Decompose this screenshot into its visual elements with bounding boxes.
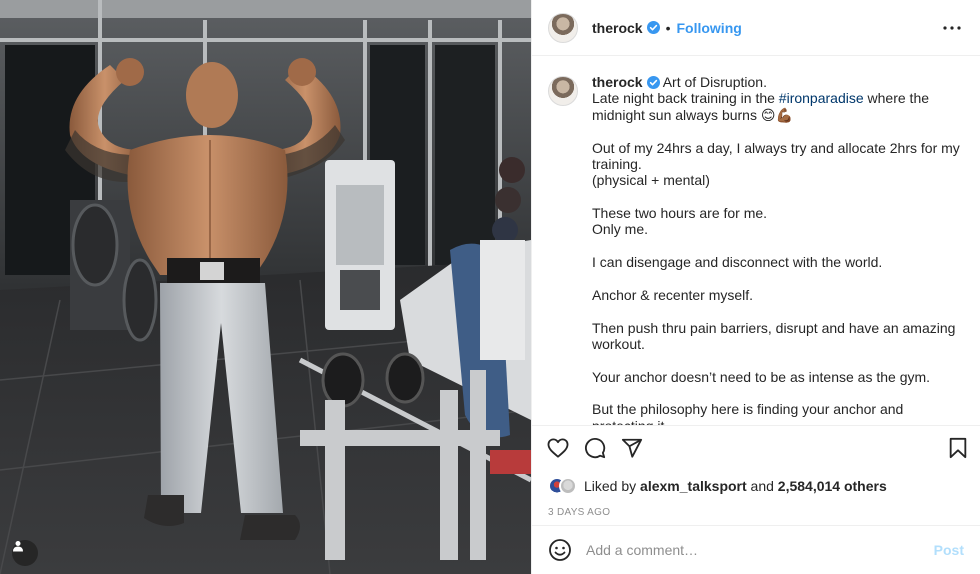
- caption-line: These two hours are for me.: [592, 205, 768, 222]
- more-options-icon: [943, 25, 961, 30]
- add-comment-bar: Post: [532, 525, 980, 574]
- header-dot-separator: •: [665, 19, 671, 36]
- author-username[interactable]: therock: [592, 20, 643, 36]
- liker-avatar: [559, 477, 577, 495]
- caption-username[interactable]: therock: [592, 74, 643, 90]
- caption-line: Out of my 24hrs a day, I always try and …: [592, 139, 960, 172]
- liker-avatars[interactable]: [548, 476, 580, 496]
- caption-line: therock Art of Disruption.: [592, 74, 964, 90]
- post-photo[interactable]: [0, 0, 531, 574]
- instagram-post: therock • Following therock Art of Disru…: [0, 0, 980, 574]
- emoji-icon: [549, 539, 571, 561]
- user-tags-button[interactable]: [12, 540, 38, 566]
- post-comment-button[interactable]: Post: [934, 542, 964, 558]
- likes-count[interactable]: 2,584,014 others: [778, 478, 887, 494]
- like-button[interactable]: [546, 436, 570, 460]
- comment-button[interactable]: [583, 436, 607, 460]
- gym-back-flex-photo: [0, 0, 531, 574]
- author-avatar[interactable]: [548, 12, 578, 43]
- caption-text: Art of Disruption.: [659, 74, 767, 90]
- caption-line: (physical + mental): [592, 172, 710, 189]
- post-side-panel: therock • Following therock Art of Disru…: [531, 0, 980, 574]
- verified-badge-icon: [646, 76, 660, 89]
- caption-line: Late night back training in the #ironpar…: [592, 90, 964, 123]
- likes-summary: Liked by alexm_talksport and 2,584,014 o…: [532, 469, 980, 499]
- verified-badge-icon: [646, 21, 660, 34]
- post-actions-bar: [532, 425, 980, 469]
- post-timestamp[interactable]: 3 DAYS AGO: [532, 499, 980, 525]
- comment-input[interactable]: [586, 542, 934, 558]
- post-header: therock • Following: [532, 0, 980, 56]
- caption-line: But the philosophy here is finding your …: [592, 401, 904, 425]
- likes-prefix: Liked by: [584, 478, 637, 494]
- bookmark-icon: [949, 437, 967, 458]
- caption-line: Then push thru pain barriers, disrupt an…: [592, 319, 956, 352]
- comments-area: therock Art of Disruption. Late night ba…: [532, 56, 980, 425]
- caption-author-avatar[interactable]: [548, 76, 578, 106]
- hashtag-link[interactable]: #ironparadise: [779, 90, 864, 106]
- more-options-button[interactable]: [940, 16, 964, 40]
- save-button[interactable]: [946, 436, 970, 460]
- caption-line: Your anchor doesn’t need to be as intens…: [592, 368, 931, 385]
- caption-line: Anchor & recenter myself.: [592, 286, 754, 303]
- emoji-button[interactable]: [548, 538, 572, 562]
- caption-text: Late night back training in the: [592, 90, 779, 107]
- post-caption: therock Art of Disruption. Late night ba…: [592, 74, 964, 425]
- comment-bubble-icon: [585, 437, 606, 458]
- caption-line: Only me.: [592, 221, 649, 238]
- paper-plane-icon: [621, 438, 643, 458]
- likes-middle: and: [750, 478, 774, 494]
- user-tag-icon: [13, 541, 23, 552]
- share-button[interactable]: [620, 436, 644, 460]
- liker-username[interactable]: alexm_talksport: [640, 478, 747, 494]
- caption-line: I can disengage and disconnect with the …: [592, 254, 883, 271]
- following-button[interactable]: Following: [676, 20, 741, 36]
- heart-icon: [547, 437, 569, 458]
